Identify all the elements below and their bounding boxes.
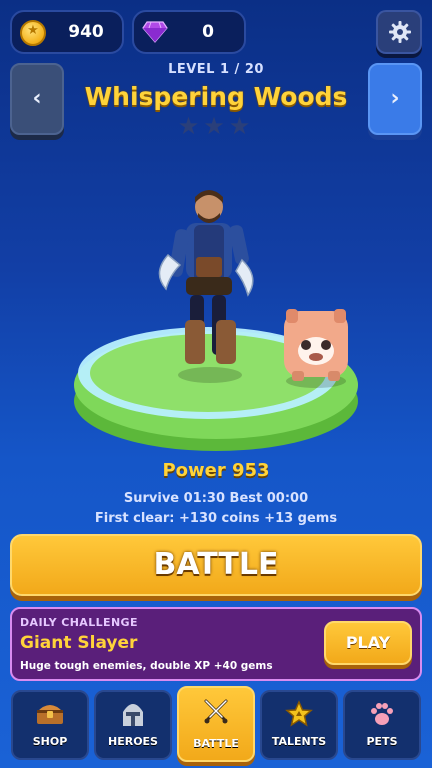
star-badge-icon <box>262 700 336 730</box>
daily-challenge-description: Huge tough enemies, double XP +40 gems <box>20 660 273 672</box>
level-title: Whispering Woods <box>84 82 348 111</box>
play-button-label: PLAY <box>345 633 391 652</box>
gem-icon <box>142 21 168 43</box>
tab-shop[interactable]: SHOP <box>11 690 89 760</box>
daily-challenge-title: Giant Slayer <box>20 633 138 653</box>
coin-counter: 940 <box>10 10 124 54</box>
gem-counter: 0 <box>132 10 246 54</box>
level-number: LEVEL 1 / 20 <box>168 62 264 77</box>
daily-challenge-kicker: DAILY CHALLENGE <box>20 616 138 629</box>
helmet-icon <box>96 700 170 730</box>
gem-amount: 0 <box>202 22 214 42</box>
tab-pets[interactable]: PETS <box>343 690 421 760</box>
coin-amount: 940 <box>68 22 104 42</box>
battle-button[interactable]: BATTLE <box>10 534 422 596</box>
play-daily-button[interactable]: PLAY <box>324 621 412 665</box>
level-stars: ★★★ <box>0 112 432 140</box>
settings-button[interactable] <box>376 10 422 54</box>
chest-icon <box>13 700 87 730</box>
tab-label: SHOP <box>32 735 68 748</box>
star-icon: ★ <box>228 112 255 140</box>
star-icon: ★ <box>203 112 229 140</box>
survive-time: Survive 01:30 Best 00:00 <box>123 491 309 506</box>
crossed-swords-icon <box>179 696 253 726</box>
paw-icon <box>345 700 419 730</box>
battle-button-label: BATTLE <box>153 547 279 582</box>
tab-label: HEROES <box>108 735 158 748</box>
star-icon: ★ <box>177 112 204 140</box>
tab-heroes[interactable]: HEROES <box>94 690 172 760</box>
daily-challenge-card: DAILY CHALLENGE Giant Slayer Huge tough … <box>10 607 422 681</box>
tab-label: TALENTS <box>271 735 327 748</box>
power-rating: Power 953 <box>162 460 270 481</box>
first-clear-reward: First clear: +130 coins +13 gems <box>94 511 338 526</box>
hero-stage <box>74 190 358 451</box>
coin-icon <box>20 20 46 46</box>
tab-label: PETS <box>366 735 398 748</box>
tab-battle[interactable]: BATTLE <box>177 686 255 762</box>
tab-talents[interactable]: TALENTS <box>260 690 338 760</box>
tab-label: BATTLE <box>193 737 239 750</box>
pet-character <box>284 309 348 388</box>
gear-icon <box>389 21 411 43</box>
